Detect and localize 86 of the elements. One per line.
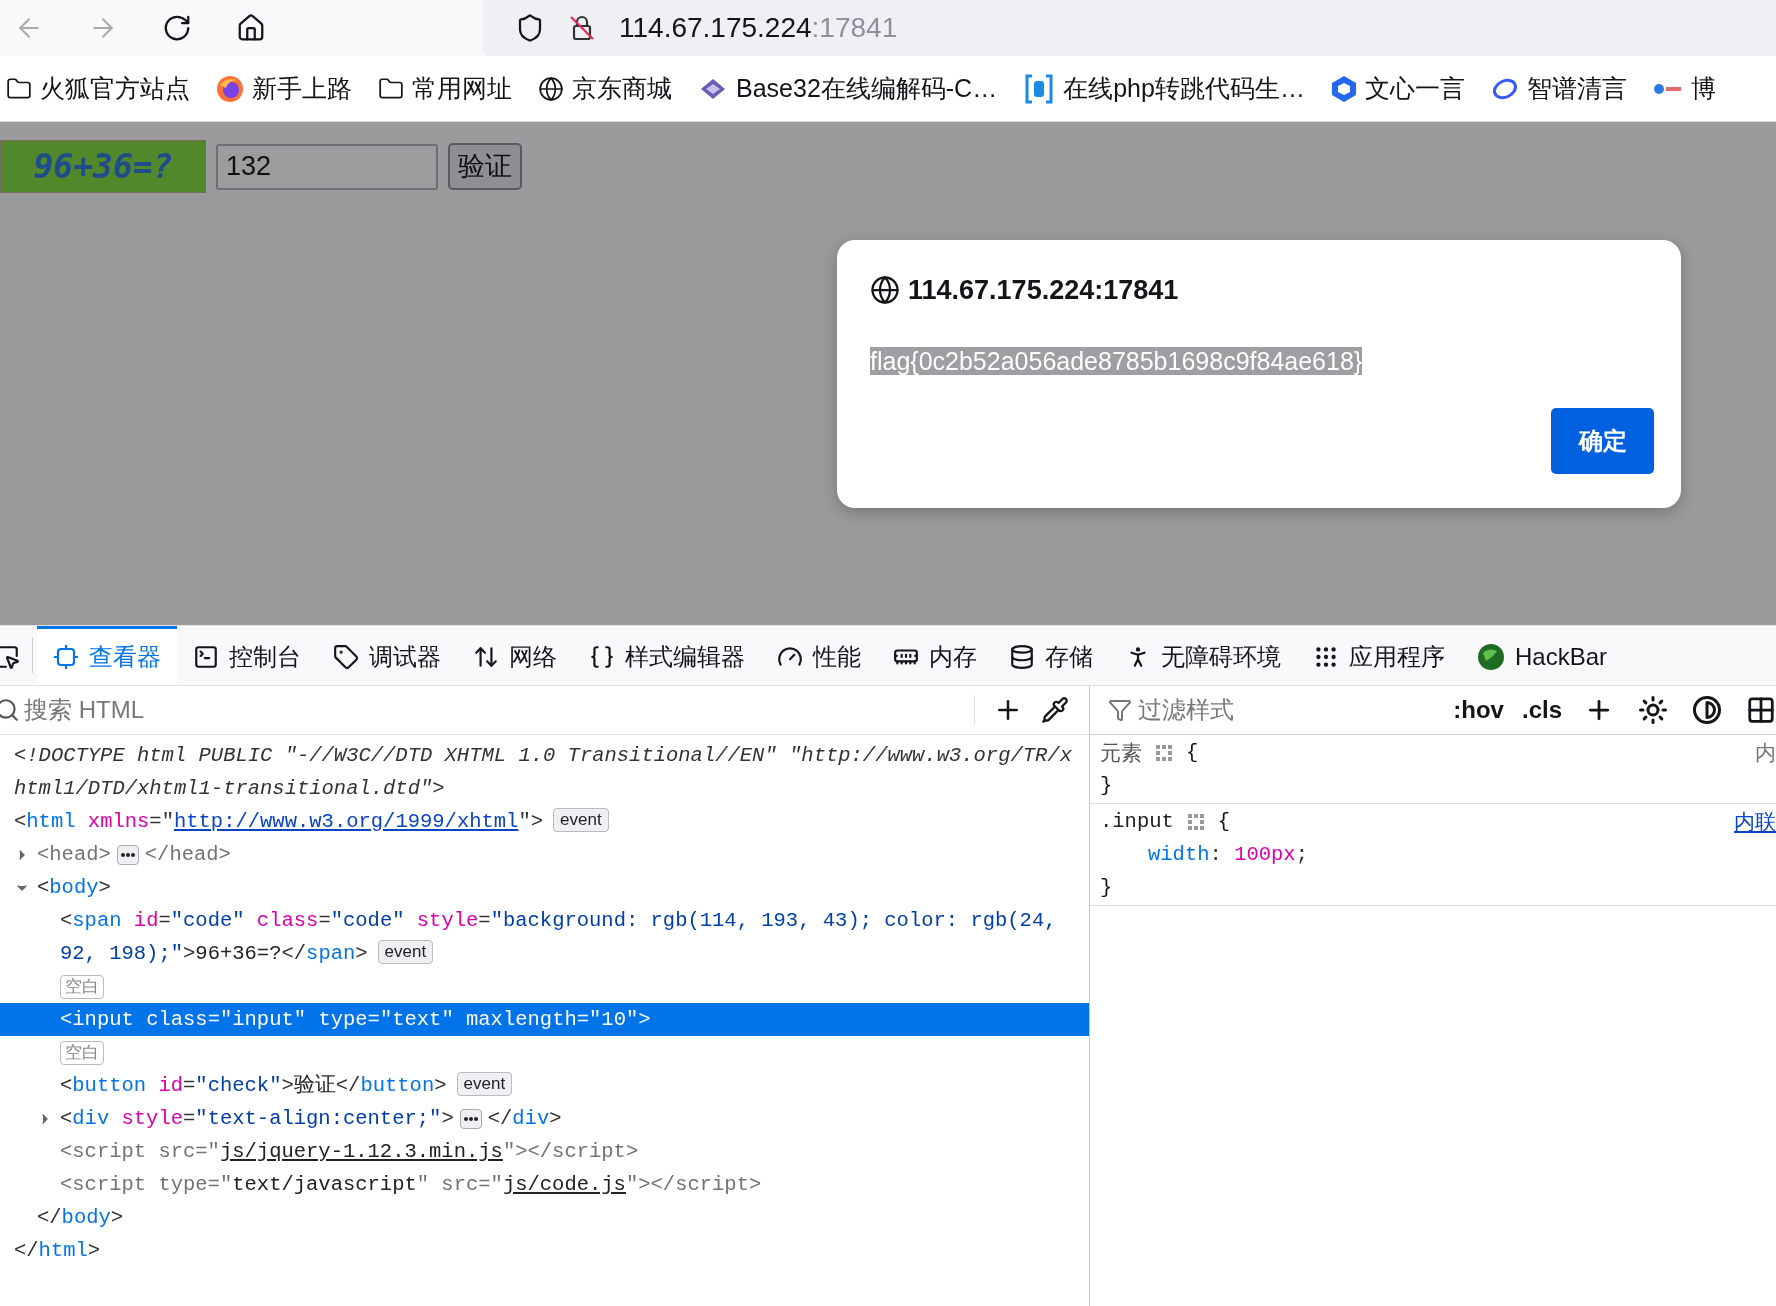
bookmark-item[interactable]: 火狐官方站点 <box>6 69 190 108</box>
markup-line[interactable]: <div style="text-align:center;"> </div> <box>60 1102 1081 1135</box>
light-theme-icon[interactable] <box>1638 695 1668 725</box>
declaration[interactable]: width: 100px; <box>1148 843 1308 866</box>
collapsed-badge[interactable] <box>459 1108 482 1129</box>
dotted-grid-icon[interactable] <box>1154 742 1174 763</box>
devtools-tab[interactable]: HackBar <box>1461 626 1624 685</box>
devtools-tab[interactable]: 样式编辑器 <box>573 626 761 685</box>
markup-line[interactable]: <body> <box>37 871 1081 904</box>
whitespace-badge: 空白 <box>60 975 104 999</box>
folder-icon <box>6 75 32 102</box>
terminal-icon <box>193 644 219 670</box>
devtools-tab[interactable]: 查看器 <box>37 626 177 685</box>
globe-logo-icon <box>1477 643 1505 671</box>
bookmark-item[interactable]: Base32在线编解码-C… <box>698 69 998 108</box>
dark-theme-icon[interactable] <box>1692 695 1722 725</box>
markup-line[interactable]: <!DOCTYPE html PUBLIC "-//W3C//DTD XHTML 1.0 Transitional//EN" "http://www.w3.org/TR/xhtml1/DTD/xhtml1-transitional.dtd"> <box>14 739 1081 805</box>
captcha-text: 96+36=? <box>0 140 206 193</box>
rule-selector: 元素 <box>1100 740 1142 766</box>
dialog-message: flag{0c2b52a056ade8785b1698c9f84ae618} <box>870 346 1363 375</box>
event-badge[interactable]: event <box>456 1072 513 1096</box>
ellipsis-icon <box>463 1116 478 1121</box>
markup-line[interactable]: <html xmlns="http://www.w3.org/1999/xhtml"> event <box>14 805 1081 838</box>
globe-icon <box>538 75 564 102</box>
rule-source[interactable]: 内联 <box>1734 806 1776 837</box>
devtools-tab[interactable]: 控制台 <box>177 626 317 685</box>
closing-tag: </body> <box>37 1201 1081 1234</box>
search-html-field[interactable]: 搜索 HTML <box>24 692 974 728</box>
devtools-tab[interactable]: 调试器 <box>317 626 457 685</box>
dotted-grid-icon[interactable] <box>1185 811 1206 832</box>
devtools-tab[interactable]: 性能 <box>761 626 877 685</box>
close-brace: } <box>1100 876 1113 899</box>
search-icon <box>0 697 20 723</box>
rule-selector: .input <box>1100 809 1174 835</box>
verify-button[interactable]: 验证 <box>448 143 522 190</box>
braces-icon <box>589 644 615 670</box>
bookmark-item[interactable]: 博 <box>1652 69 1716 108</box>
address-bar[interactable]: 114.67.175.224:17841 <box>483 0 1776 56</box>
markup-line[interactable]: <script src="js/jquery-1.12.3.min.js"></script> <box>60 1135 1081 1168</box>
devtools-tab[interactable]: 存储 <box>993 626 1109 685</box>
inspector-icon <box>53 644 79 670</box>
arrows-icon <box>473 644 499 670</box>
bookmark-item[interactable]: 新手上路 <box>216 69 352 108</box>
pseudo-toggle-button[interactable]: :hov <box>1447 692 1510 728</box>
ellipsis-icon <box>120 852 135 857</box>
dialog-title: 114.67.175.224:17841 <box>908 274 1179 307</box>
markup-line[interactable]: <head> </head> <box>37 838 1081 871</box>
devtools-tab[interactable]: 内存 <box>877 626 993 685</box>
markup-line[interactable]: <button id="check">验证</button> event <box>60 1069 1081 1102</box>
filter-icon <box>1108 698 1132 722</box>
rule-source[interactable]: 内 <box>1755 737 1776 768</box>
collapsed-badge[interactable] <box>116 844 139 865</box>
bookmark-item[interactable]: 智谱清言 <box>1490 69 1627 108</box>
markup-line[interactable]: <span id="code" class="code" style="background: rgb(114, 193, 43); color: rgb(24, 92, 198);">96+36=?</span> event <box>60 904 1081 970</box>
tag-icon <box>333 644 359 670</box>
ok-button[interactable]: 确定 <box>1551 408 1654 474</box>
site-logo-icon <box>1652 81 1683 96</box>
eyedropper-icon[interactable] <box>1041 696 1069 724</box>
markup-line[interactable]: <script type="text/javascript" src="js/code.js"></script> <box>60 1168 1081 1201</box>
bracket-logo-icon <box>1023 72 1056 105</box>
close-brace: } <box>1100 774 1113 797</box>
storage-icon <box>1009 644 1035 670</box>
hexagon-logo-icon <box>1330 74 1357 103</box>
picker-icon <box>0 644 20 670</box>
bookmark-item[interactable]: 在线php转跳代码生… <box>1023 69 1305 108</box>
whitespace-badge: 空白 <box>60 1041 104 1065</box>
bookmark-item[interactable]: 常用网址 <box>378 69 512 108</box>
answer-field[interactable]: 132 <box>216 143 438 190</box>
devtools-tab[interactable]: 无障碍环境 <box>1109 626 1297 685</box>
closing-tag: </html> <box>14 1234 1081 1267</box>
event-badge[interactable]: event <box>377 940 434 964</box>
filter-styles-field[interactable]: 过滤样式 <box>1138 692 1338 728</box>
grid-icon <box>1313 644 1339 670</box>
bookmark-item[interactable]: 文心一言 <box>1330 69 1465 108</box>
event-badge[interactable]: event <box>553 808 609 832</box>
devtools-tab[interactable]: 应用程序 <box>1297 626 1461 685</box>
pseudo-toggle-button[interactable]: .cls <box>1515 692 1568 728</box>
folder-icon <box>378 75 404 102</box>
reload-icon[interactable] <box>162 13 192 43</box>
home-icon[interactable] <box>236 13 266 43</box>
url-text[interactable]: 114.67.175.224:17841 <box>619 7 898 49</box>
devtools-tab[interactable]: 网络 <box>457 626 573 685</box>
bookmark-item[interactable]: 京东商城 <box>538 69 672 108</box>
open-brace: { <box>1217 809 1231 835</box>
globe-icon <box>870 275 900 306</box>
open-brace: { <box>1186 740 1199 766</box>
